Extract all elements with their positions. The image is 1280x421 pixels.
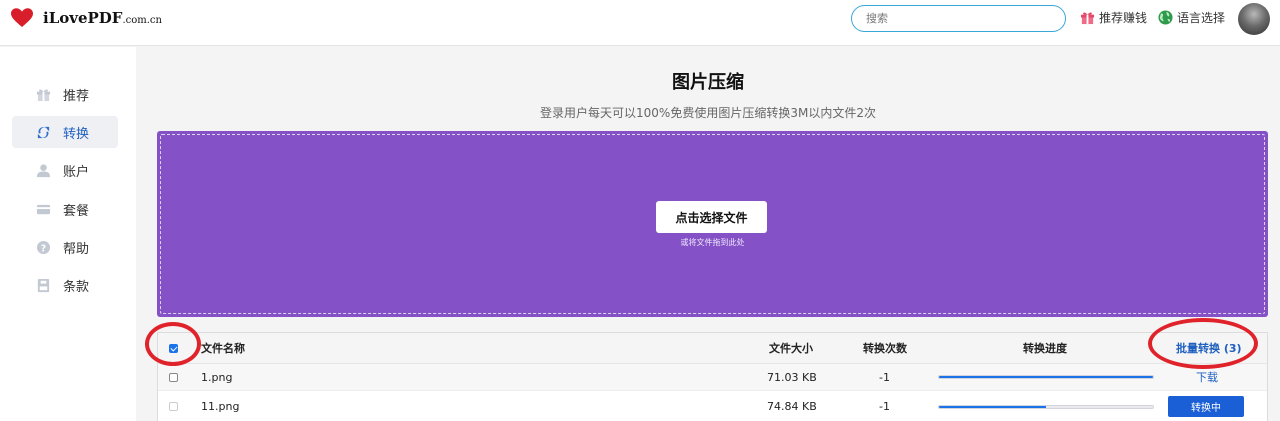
help-circle-icon: ?: [36, 240, 51, 254]
user-icon: [36, 163, 51, 177]
progress-fill: [939, 405, 1046, 408]
referral-link[interactable]: 推荐赚钱: [1080, 9, 1147, 26]
sidebar-item-terms[interactable]: 条款: [12, 269, 118, 301]
file-name: 11.png: [201, 400, 240, 413]
language-selector[interactable]: 语言选择: [1158, 9, 1225, 26]
search-input[interactable]: [851, 5, 1066, 32]
converting-button[interactable]: 转换中: [1168, 396, 1244, 417]
sidebar-item-label: 帮助: [63, 241, 90, 257]
row-select-cell: [169, 364, 178, 390]
file-dropzone[interactable]: 点击选择文件 或将文件拖到此处: [157, 131, 1268, 317]
page-subtitle: 登录用户每天可以100%免费使用图片压缩转换3M以内文件2次: [540, 106, 876, 120]
globe-icon: [1158, 10, 1173, 25]
sidebar-item-account[interactable]: 账户: [12, 154, 118, 186]
sidebar-item-label: 套餐: [63, 203, 90, 219]
referral-label: 推荐赚钱: [1099, 11, 1148, 25]
progress-fill: [939, 376, 1153, 378]
table-header-row: 文件名称 文件大小 转换次数 转换进度 批量转换 (3): [158, 333, 1267, 364]
convert-count: -1: [879, 370, 890, 384]
column-header-size: 文件大小: [769, 342, 813, 355]
convert-arrows-icon: [37, 126, 50, 138]
brand-name: iLovePDF: [43, 9, 123, 27]
column-header-count: 转换次数: [863, 342, 907, 355]
file-name: 1.png: [201, 370, 233, 384]
brand-suffix: .com.cn: [122, 15, 162, 26]
avatar[interactable]: [1238, 3, 1270, 35]
brand-logo[interactable]: iLovePDF.com.cn: [43, 9, 162, 27]
column-header-name: 文件名称: [201, 342, 245, 355]
row-checkbox[interactable]: [169, 402, 178, 411]
document-icon: [37, 278, 50, 292]
batch-convert-button[interactable]: 批量转换 (3): [1176, 333, 1242, 363]
choose-file-button[interactable]: 点击选择文件: [656, 201, 767, 233]
column-header-progress: 转换进度: [1023, 342, 1067, 355]
table-row: 1.png 71.03 KB -1 下载: [158, 364, 1267, 391]
sidebar-item-convert[interactable]: 转换: [12, 116, 118, 148]
heart-logo-icon[interactable]: [11, 8, 33, 28]
sidebar-item-label: 账户: [63, 164, 90, 180]
file-size: 74.84 KB: [767, 400, 817, 413]
row-select-cell: [169, 391, 178, 421]
svg-text:?: ?: [41, 243, 46, 254]
select-all-cell: [169, 333, 178, 363]
sidebar: 推荐 转换 账户 套餐 ? 帮助 条款: [0, 47, 136, 421]
file-table: 文件名称 文件大小 转换次数 转换进度 批量转换 (3) 1.png 71.03…: [157, 332, 1268, 421]
language-label: 语言选择: [1177, 11, 1226, 25]
drop-hint: 或将文件拖到此处: [680, 238, 745, 247]
sidebar-item-plans[interactable]: 套餐: [12, 193, 118, 225]
sidebar-item-label: 条款: [63, 279, 90, 295]
select-all-checkbox[interactable]: [169, 343, 178, 353]
row-checkbox[interactable]: [169, 372, 178, 382]
file-size: 71.03 KB: [767, 370, 817, 384]
gift-icon: [1080, 12, 1095, 25]
convert-progress-bar: [938, 375, 1154, 379]
convert-progress-bar: [938, 404, 1154, 409]
gift-icon: [36, 89, 51, 101]
sidebar-item-label: 转换: [63, 126, 90, 142]
credit-card-icon: [36, 204, 51, 214]
table-row: 11.png 74.84 KB -1 转换中: [158, 391, 1267, 421]
sidebar-item-label: 推荐: [63, 88, 90, 104]
sidebar-item-help[interactable]: ? 帮助: [12, 231, 118, 263]
download-link[interactable]: 下载: [1196, 364, 1218, 390]
page-title: 图片压缩: [672, 72, 744, 93]
convert-count: -1: [879, 400, 890, 413]
sidebar-item-recommend[interactable]: 推荐: [12, 78, 118, 110]
top-header: iLovePDF.com.cn 推荐赚钱 语言选择: [0, 0, 1280, 46]
